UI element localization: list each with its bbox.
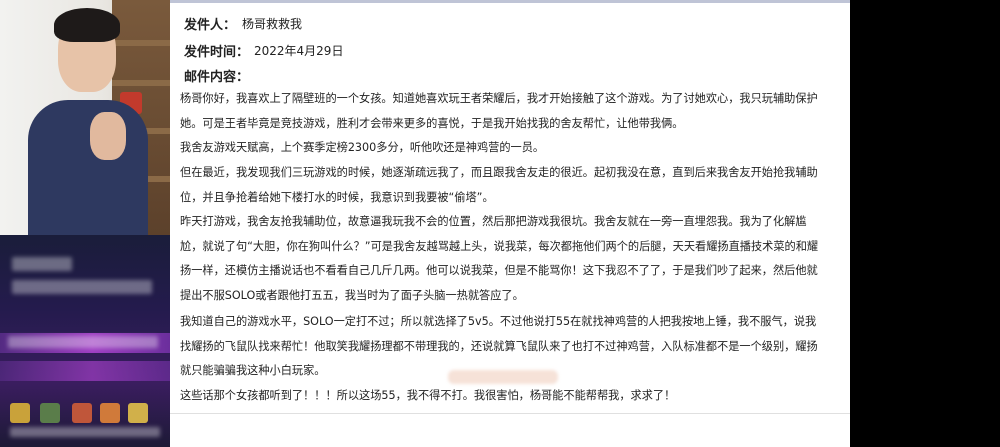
content-label: 邮件内容： <box>184 70 250 85</box>
email-paragraph-6: 这些话那个女孩都听到了！！！所以这场55，我不得不打。我很害怕，杨哥能不能帮帮我… <box>180 389 676 402</box>
gift-icon <box>10 403 30 423</box>
stream-overlay-panel <box>0 235 185 447</box>
webcam-feed <box>0 0 185 235</box>
sender-value: 杨哥救救我 <box>242 17 303 31</box>
send-time-value: 2022年4月29日 <box>254 44 344 58</box>
document-top-border <box>170 0 850 3</box>
gift-icon <box>40 403 60 423</box>
email-paragraph-2: 我舍友游戏天赋高，上个赛季定榜2300多分，听他吹还是神鸡营的一员。 <box>180 141 545 154</box>
gift-icon <box>128 403 148 423</box>
black-border <box>850 0 1000 447</box>
stream-frame: 发件人： 杨哥救救我 发件时间： 2022年4月29日 邮件内容： 杨哥你好，我… <box>0 0 1000 447</box>
email-paragraph-4: 昨天打游戏，我舍友抢我辅助位，故意逼我玩我不会的位置，然后那把游戏我很坑。我舍友… <box>180 215 819 302</box>
email-document: 发件人： 杨哥救救我 发件时间： 2022年4月29日 邮件内容： 杨哥你好，我… <box>170 0 850 447</box>
sender-label: 发件人： <box>184 18 237 33</box>
email-paragraph-1: 杨哥你好，我喜欢上了隔壁班的一个女孩。知道她喜欢玩王者荣耀后，我才开始接触了这个… <box>180 92 818 130</box>
gift-icon <box>72 403 92 423</box>
gift-icon <box>100 403 120 423</box>
divider <box>170 413 850 414</box>
streamer-body <box>28 100 148 235</box>
email-paragraph-3: 但在最近，我发现我们三玩游戏的时候，她逐渐疏远我了，而且跟我舍友走的很近。起初我… <box>180 166 818 204</box>
send-time-label: 发件时间： <box>184 45 250 60</box>
blurred-watermark <box>448 370 558 384</box>
